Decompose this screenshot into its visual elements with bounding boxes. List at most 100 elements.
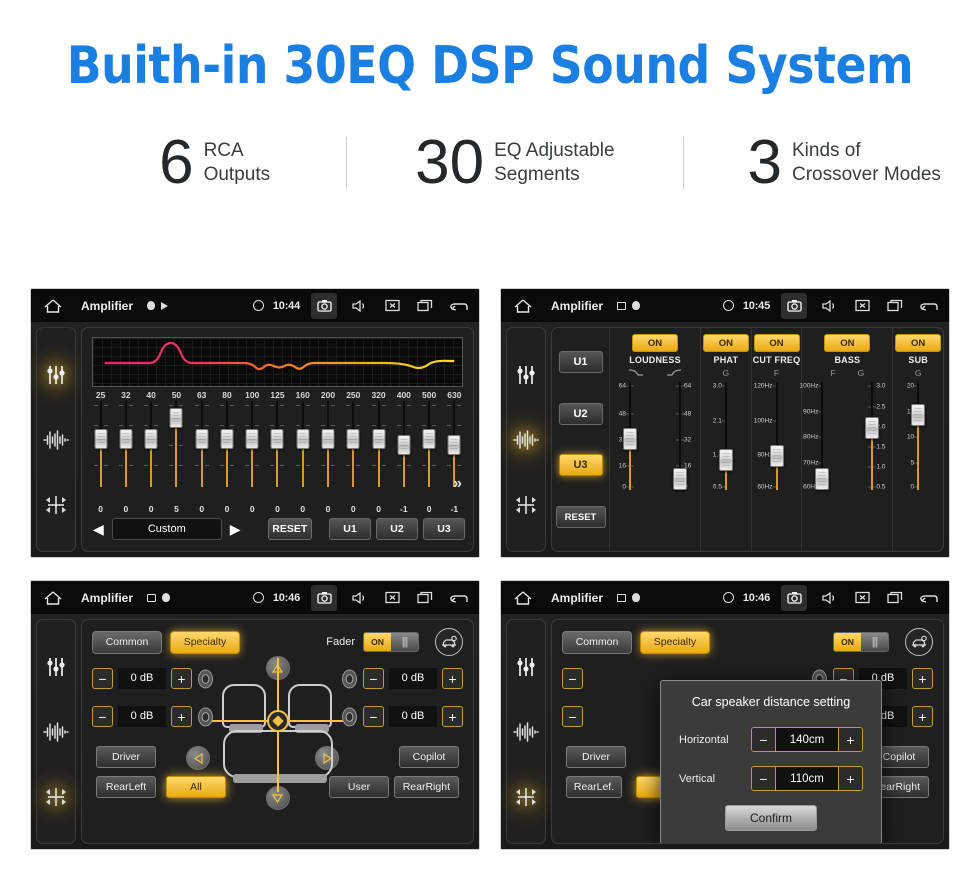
cutfreq-on-button[interactable]: ON bbox=[753, 334, 800, 352]
balance-icon[interactable] bbox=[43, 784, 69, 810]
back-icon[interactable] bbox=[447, 587, 469, 609]
seat-button-user[interactable]: User bbox=[329, 776, 389, 798]
recents-icon[interactable] bbox=[414, 295, 436, 317]
preset-u2-button[interactable]: U2 bbox=[558, 402, 603, 425]
eq-slider-band[interactable] bbox=[214, 401, 239, 487]
eq-slider-band[interactable] bbox=[164, 401, 189, 487]
camera-icon[interactable] bbox=[781, 584, 807, 611]
waveform-icon[interactable] bbox=[513, 719, 539, 745]
eq-slider-band[interactable] bbox=[88, 401, 113, 487]
preset-u3-button[interactable]: U3 bbox=[558, 454, 603, 477]
eq-slider-band[interactable] bbox=[265, 401, 290, 487]
close-box-icon[interactable] bbox=[851, 295, 873, 317]
slider-cutfreq-f[interactable]: 120Hz 100Hz 80Hz 60Hz bbox=[754, 382, 797, 490]
waveform-icon[interactable] bbox=[513, 427, 539, 453]
eq-slider-band[interactable] bbox=[189, 401, 214, 487]
eq-sliders-icon[interactable] bbox=[513, 362, 539, 388]
preset-u3-button[interactable]: U3 bbox=[423, 518, 465, 540]
volume-icon[interactable] bbox=[818, 295, 840, 317]
right-arrow-icon[interactable]: ▶ bbox=[227, 522, 244, 536]
vertical-stepper[interactable]: − 110cm + bbox=[751, 766, 863, 791]
horizontal-stepper[interactable]: − 140cm + bbox=[751, 727, 863, 752]
plus-button[interactable]: + bbox=[838, 728, 862, 751]
tab-specialty[interactable]: Specialty bbox=[170, 630, 240, 654]
sub-on-button[interactable]: ON bbox=[895, 334, 942, 352]
seat-button-rearright[interactable]: RearRight bbox=[393, 776, 459, 798]
camera-icon[interactable] bbox=[311, 584, 337, 611]
seat-button-rearleft[interactable]: RearLeft bbox=[96, 776, 156, 798]
home-icon[interactable] bbox=[43, 298, 63, 314]
preset-u1-button[interactable]: U1 bbox=[558, 350, 603, 373]
volume-icon[interactable] bbox=[348, 295, 370, 317]
eq-sliders-icon[interactable] bbox=[43, 654, 69, 680]
preset-name[interactable]: Custom bbox=[111, 518, 222, 540]
eq-slider-band[interactable] bbox=[366, 401, 391, 487]
eq-slider-band[interactable] bbox=[341, 401, 366, 487]
slider-phat-g[interactable]: 3.0 2.1 1.3 0.5 bbox=[706, 382, 746, 490]
back-icon[interactable] bbox=[447, 295, 469, 317]
eq-sliders-icon[interactable] bbox=[513, 654, 539, 680]
slider-loudness-left[interactable]: 64 48 32 16 0 bbox=[610, 382, 650, 490]
eq-slider-band[interactable] bbox=[290, 401, 315, 487]
double-chevron-right-icon[interactable]: » bbox=[453, 475, 462, 493]
car-speaker-icon[interactable] bbox=[905, 628, 933, 656]
balance-icon[interactable] bbox=[513, 492, 539, 518]
reset-button[interactable]: RESET bbox=[267, 518, 313, 540]
bass-on-button[interactable]: ON bbox=[824, 334, 871, 352]
seat-button-driver[interactable]: Driver bbox=[96, 746, 156, 768]
plus-button[interactable]: + bbox=[442, 668, 463, 689]
balance-position-handle[interactable] bbox=[266, 710, 289, 732]
eq-slider-band[interactable] bbox=[139, 401, 164, 487]
recents-icon[interactable] bbox=[414, 587, 436, 609]
slider-bass-f[interactable]: 100Hz 90Hz 80Hz 70Hz 60Hz bbox=[800, 382, 842, 491]
close-box-icon[interactable] bbox=[381, 295, 403, 317]
plus-button[interactable]: + bbox=[171, 706, 192, 727]
left-triangle-icon[interactable] bbox=[186, 746, 210, 770]
eq-slider-band[interactable] bbox=[416, 401, 441, 487]
volume-icon[interactable] bbox=[348, 587, 370, 609]
phat-on-button[interactable]: ON bbox=[702, 334, 749, 352]
slider-loudness-right[interactable]: 64 48 32 16 0 bbox=[660, 382, 700, 491]
preset-u2-button[interactable]: U2 bbox=[376, 518, 418, 540]
plus-button[interactable]: + bbox=[838, 767, 862, 790]
loudness-on-button[interactable]: ON bbox=[632, 334, 678, 352]
tab-common[interactable]: Common bbox=[562, 630, 632, 654]
minus-button[interactable]: − bbox=[363, 668, 384, 689]
home-icon[interactable] bbox=[513, 590, 533, 606]
back-icon[interactable] bbox=[917, 295, 939, 317]
fader-toggle[interactable]: ON ||| bbox=[833, 632, 889, 652]
car-speaker-icon[interactable] bbox=[435, 628, 463, 656]
eq-slider-band[interactable] bbox=[240, 401, 265, 487]
fader-toggle[interactable]: ON ||| bbox=[363, 632, 419, 652]
plus-button[interactable]: + bbox=[171, 668, 192, 689]
seat-diagram[interactable] bbox=[205, 658, 352, 792]
minus-button[interactable]: − bbox=[363, 706, 384, 727]
plus-button[interactable]: + bbox=[442, 706, 463, 727]
close-box-icon[interactable] bbox=[851, 587, 873, 609]
seat-button-all[interactable]: All bbox=[166, 776, 226, 798]
confirm-button[interactable]: Confirm bbox=[725, 805, 817, 831]
preset-u1-button[interactable]: U1 bbox=[329, 518, 371, 540]
minus-button[interactable]: − bbox=[752, 728, 776, 751]
minus-button[interactable]: − bbox=[92, 668, 113, 689]
home-icon[interactable] bbox=[513, 298, 533, 314]
volume-icon[interactable] bbox=[818, 587, 840, 609]
eq-slider-band[interactable] bbox=[391, 401, 416, 487]
balance-icon[interactable] bbox=[43, 492, 69, 518]
tab-common[interactable]: Common bbox=[92, 630, 162, 654]
recents-icon[interactable] bbox=[884, 587, 906, 609]
back-icon[interactable] bbox=[917, 587, 939, 609]
slider-sub-g[interactable]: 20 15 10 5 0 bbox=[898, 382, 938, 490]
reset-button[interactable]: RESET bbox=[555, 506, 606, 529]
tab-specialty[interactable]: Specialty bbox=[640, 630, 710, 654]
slider-bass-g[interactable]: 3.0 2.5 2.0 1.5 1.0 0.5 bbox=[852, 382, 892, 490]
home-icon[interactable] bbox=[43, 590, 63, 606]
recents-icon[interactable] bbox=[884, 295, 906, 317]
waveform-icon[interactable] bbox=[43, 427, 69, 453]
waveform-icon[interactable] bbox=[43, 719, 69, 745]
camera-icon[interactable] bbox=[311, 292, 337, 319]
minus-button[interactable]: − bbox=[92, 706, 113, 727]
minus-button[interactable]: − bbox=[752, 767, 776, 790]
camera-icon[interactable] bbox=[781, 292, 807, 319]
balance-icon[interactable] bbox=[513, 784, 539, 810]
